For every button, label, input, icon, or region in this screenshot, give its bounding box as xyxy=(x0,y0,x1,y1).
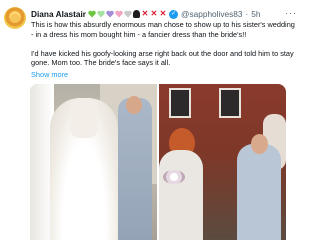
light-green-heart-icon xyxy=(97,10,105,18)
author-handle[interactable]: @sappholives83 xyxy=(181,9,242,19)
pink-heart-icon xyxy=(115,10,123,18)
tweet-text: This is how this absurdly enormous man c… xyxy=(31,20,299,68)
name-emojis: ✕ ✕ ✕ xyxy=(88,10,168,18)
cross-mark-icon: ✕ xyxy=(150,9,158,18)
author-name[interactable]: Diana Alastair xyxy=(31,9,86,19)
woman-in-white-dress xyxy=(159,150,203,240)
grey-heart-icon xyxy=(124,10,132,18)
post-time[interactable]: 5h xyxy=(251,9,260,19)
groom-suit xyxy=(118,98,152,240)
avatar[interactable] xyxy=(4,7,26,29)
cross-mark-icon: ✕ xyxy=(159,9,167,18)
tweet-header: Diana Alastair ✕ ✕ ✕ ✓ @sappholives83 · … xyxy=(31,8,261,20)
dot-separator: · xyxy=(245,9,249,19)
purple-heart-icon xyxy=(106,10,114,18)
green-heart-icon xyxy=(88,10,96,18)
bouquet xyxy=(163,170,185,184)
media-grid xyxy=(30,84,286,240)
more-options-icon[interactable]: ··· xyxy=(285,8,297,18)
verified-badge-icon: ✓ xyxy=(169,9,179,19)
wedding-photo-1[interactable] xyxy=(30,84,157,240)
man-in-grey-suit xyxy=(237,144,281,240)
window xyxy=(219,88,241,118)
skull-icon xyxy=(133,10,141,18)
avatar-face xyxy=(10,14,20,23)
groom-head xyxy=(126,96,142,114)
wedding-photo-2[interactable] xyxy=(159,84,286,240)
gown-bodice xyxy=(70,98,98,138)
show-more-link[interactable]: Show more xyxy=(31,70,68,79)
tweet-paragraph-1: This is how this absurdly enormous man c… xyxy=(31,20,295,39)
window xyxy=(169,88,191,118)
tweet[interactable]: Diana Alastair ✕ ✕ ✕ ✓ @sappholives83 · … xyxy=(0,0,308,240)
man-head xyxy=(251,134,268,154)
cross-mark-icon: ✕ xyxy=(141,9,149,18)
tweet-paragraph-2: I'd have kicked his goofy-looking arse r… xyxy=(31,48,294,68)
